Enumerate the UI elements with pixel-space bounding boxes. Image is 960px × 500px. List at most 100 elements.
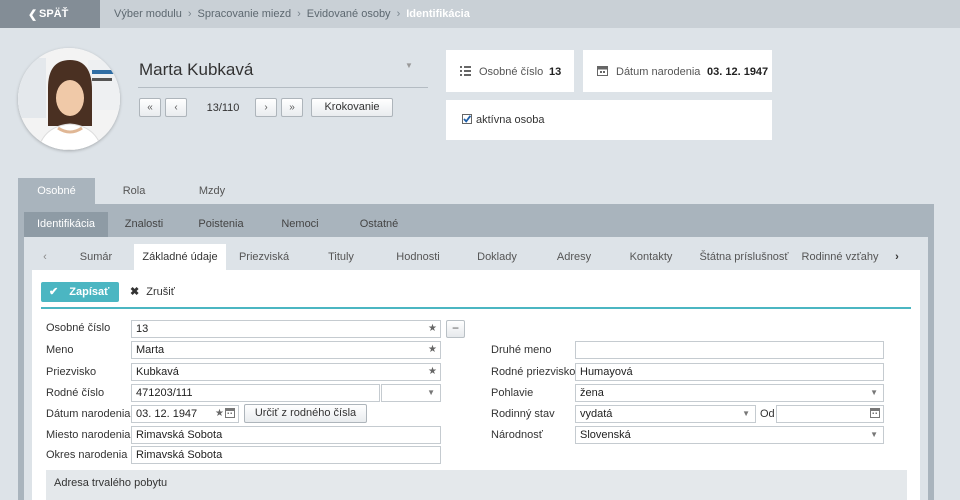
datum-narodenia-card: Dátum narodenia 03. 12. 1947	[583, 50, 772, 92]
check-icon: ✔	[49, 286, 59, 298]
druhe-meno-input[interactable]	[575, 341, 884, 359]
star-icon[interactable]: ★	[215, 406, 224, 422]
calendar-icon[interactable]	[225, 407, 235, 418]
label-od: Od	[760, 408, 775, 420]
breadcrumb-item[interactable]: Výber modulu	[114, 8, 182, 20]
tab-osobne[interactable]: Osobné	[18, 178, 95, 204]
person-photo	[18, 48, 120, 150]
priezvisko-input[interactable]: Kubkavá ★	[131, 363, 441, 381]
narodnost-select[interactable]: Slovenská ▼	[575, 426, 884, 444]
tab-poistenia[interactable]: Poistenia	[180, 212, 262, 237]
breadcrumb-item[interactable]: Evidované osoby	[307, 8, 391, 20]
remove-button[interactable]: −	[446, 320, 465, 338]
tab-priezviska[interactable]: Priezviská	[226, 244, 302, 270]
chevron-down-icon: ▼	[870, 430, 878, 439]
calendar-icon	[597, 66, 608, 76]
tab-statna-prislusnost[interactable]: Štátna príslušnosť	[692, 244, 796, 270]
tab-nemoci[interactable]: Nemoci	[262, 212, 338, 237]
record-navigation: « ‹ 13/110 › » Krokovanie	[139, 98, 393, 117]
tab-zakladne-udaje[interactable]: Základné údaje	[134, 244, 226, 270]
rodne-cislo-suffix-select[interactable]: ▼	[381, 384, 441, 402]
breadcrumb-current: Identifikácia	[406, 8, 470, 20]
chevron-down-icon: ▼	[427, 388, 435, 397]
tab-kontakty[interactable]: Kontakty	[610, 244, 692, 270]
label-druhe-meno: Druhé meno	[491, 344, 552, 356]
label-rodinny-stav: Rodinný stav	[491, 408, 555, 420]
chevron-right-icon: ›	[187, 8, 192, 20]
tab-rola[interactable]: Rola	[95, 178, 173, 204]
divider	[41, 307, 911, 309]
tab-tituly[interactable]: Tituly	[302, 244, 380, 270]
breadcrumb-item[interactable]: Spracovanie miezd	[198, 8, 292, 20]
label-meno: Meno	[46, 344, 74, 356]
card-label: Dátum narodenia	[616, 66, 701, 78]
label-osobne-cislo: Osobné číslo	[46, 322, 111, 334]
list-icon	[460, 66, 471, 76]
back-button[interactable]: ❮ SPÄŤ	[0, 0, 100, 28]
save-button[interactable]: ✔ Zapísať	[41, 282, 119, 302]
tab-adresy[interactable]: Adresy	[538, 244, 610, 270]
rodne-cislo-input[interactable]: 471203/111	[131, 384, 380, 402]
next-record-button[interactable]: ›	[255, 98, 277, 117]
label-rodne-priezvisko: Rodné priezvisko	[491, 366, 576, 378]
label-rodne-cislo: Rodné číslo	[46, 387, 105, 399]
divider	[138, 87, 428, 88]
breadcrumb: Výber modulu › Spracovanie miezd › Evido…	[114, 8, 470, 20]
prev-record-button[interactable]: ‹	[165, 98, 187, 117]
card-label: Osobné číslo	[479, 66, 544, 78]
detail-tabs: ‹ Sumár Základné údaje Priezviská Tituly…	[32, 244, 920, 270]
card-value: 13	[549, 66, 562, 78]
tab-doklady[interactable]: Doklady	[456, 244, 538, 270]
rodne-priezvisko-input[interactable]: Humayová	[575, 363, 884, 381]
top-bar: ❮ SPÄŤ Výber modulu › Spracovanie miezd …	[0, 0, 960, 28]
osobne-cislo-card: Osobné číslo 13	[446, 50, 574, 92]
tab-rodinne-vztahy[interactable]: Rodinné vzťahy	[796, 244, 884, 270]
krokovanie-button[interactable]: Krokovanie	[311, 98, 393, 117]
star-icon[interactable]: ★	[428, 364, 437, 380]
chevron-down-icon: ▼	[870, 388, 878, 397]
okres-narodenia-input[interactable]: Rimavská Sobota	[131, 446, 441, 464]
first-record-button[interactable]: «	[139, 98, 161, 117]
label-datum-narodenia: Dátum narodenia	[46, 408, 131, 420]
datum-narodenia-input[interactable]: 03. 12. 1947 ★	[131, 405, 239, 423]
meno-input[interactable]: Marta ★	[131, 341, 441, 359]
star-icon[interactable]: ★	[428, 321, 437, 337]
person-name[interactable]: Marta Kubkavá	[139, 60, 253, 80]
tab-znalosti[interactable]: Znalosti	[108, 212, 180, 237]
record-counter: 13/110	[206, 101, 240, 114]
last-record-button[interactable]: »	[281, 98, 303, 117]
label-okres-narodenia: Okres narodenia	[46, 449, 128, 461]
tab-ostatne[interactable]: Ostatné	[338, 212, 420, 237]
urcit-z-rodneho-cisla-button[interactable]: Určiť z rodného čísla	[244, 404, 367, 423]
chevron-down-icon: ▼	[742, 409, 750, 418]
label-priezvisko: Priezvisko	[46, 366, 97, 378]
chevron-right-icon: ›	[396, 8, 401, 20]
checkbox-checked-icon[interactable]	[462, 114, 472, 124]
address-section	[46, 470, 907, 500]
active-person-card: aktívna osoba	[446, 100, 772, 140]
label-narodnost: Národnosť	[491, 429, 543, 441]
chevron-down-icon[interactable]: ▼	[405, 61, 413, 70]
tab-mzdy[interactable]: Mzdy	[173, 178, 251, 204]
label-miesto-narodenia: Miesto narodenia	[46, 429, 131, 441]
calendar-icon[interactable]	[870, 407, 880, 418]
active-person-label: aktívna osoba	[476, 114, 545, 126]
miesto-narodenia-input[interactable]: Rimavská Sobota	[131, 426, 441, 444]
close-icon: ✖	[130, 286, 140, 298]
chevron-left-icon[interactable]: ‹	[32, 244, 58, 270]
card-value: 03. 12. 1947	[707, 66, 769, 78]
main-tabs: Osobné Rola Mzdy	[18, 178, 251, 204]
star-icon[interactable]: ★	[428, 342, 437, 358]
rodinny-stav-select[interactable]: vydatá ▼	[575, 405, 756, 423]
address-section-title[interactable]: Adresa trvalého pobytu	[54, 477, 167, 489]
od-date-input[interactable]	[776, 405, 884, 423]
tab-identifikacia[interactable]: Identifikácia	[24, 212, 108, 237]
chevron-right-icon: ›	[297, 8, 301, 20]
pohlavie-select[interactable]: žena ▼	[575, 384, 884, 402]
tab-hodnosti[interactable]: Hodnosti	[380, 244, 456, 270]
osobne-cislo-input[interactable]: 13 ★	[131, 320, 441, 338]
chevron-right-icon[interactable]: ›	[884, 244, 910, 270]
cancel-button[interactable]: ✖ Zrušiť	[130, 282, 175, 302]
sub-tabs: Identifikácia Znalosti Poistenia Nemoci …	[24, 212, 420, 237]
tab-sumar[interactable]: Sumár	[58, 244, 134, 270]
